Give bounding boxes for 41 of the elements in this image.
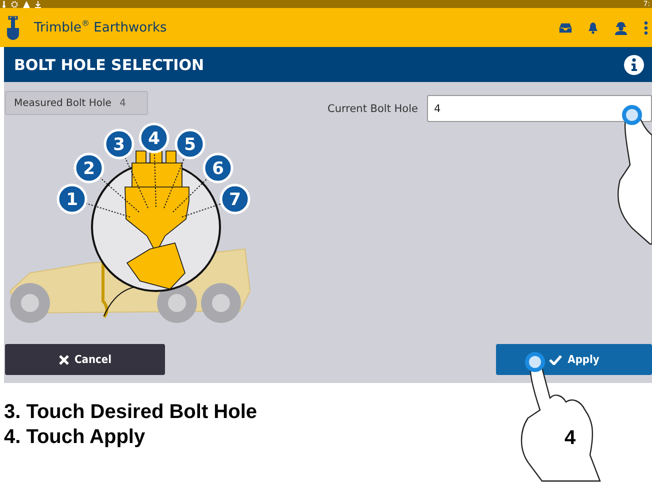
more-options-icon[interactable]: [644, 20, 648, 34]
bolt-hole-number: 5: [184, 135, 196, 155]
measured-bolt-hole-label: Measured Bolt Hole: [14, 98, 112, 108]
step-number: 4: [564, 427, 576, 449]
current-bolt-hole-field[interactable]: 4: [427, 95, 652, 122]
wheel: [10, 283, 50, 323]
close-icon: [58, 354, 69, 364]
leader-line: [154, 152, 156, 208]
download-icon: [35, 0, 41, 8]
bolt-hole-marker[interactable]: [56, 184, 88, 214]
bolt-hole-number: 6: [212, 159, 224, 179]
bolt-hole-marker[interactable]: [202, 152, 234, 184]
bolt-hole-number: 2: [83, 159, 95, 179]
touch-hand-icon: [617, 105, 652, 245]
instruction-step: 3. Touch Desired Bolt Hole: [4, 400, 257, 425]
bolt-hole-number: 7: [229, 190, 241, 210]
shank-arm: [126, 242, 186, 290]
apply-button[interactable]: Apply: [496, 344, 652, 375]
bolt-hole-number: 1: [66, 190, 78, 210]
info-icon[interactable]: [624, 54, 644, 74]
bolt-hole-marker[interactable]: [220, 184, 250, 214]
measured-bolt-hole-value: 4: [119, 98, 126, 108]
wheel: [201, 283, 241, 323]
thermometer-icon: [2, 0, 6, 8]
bolt-hole-number: 4: [148, 129, 160, 149]
touch-hand-icon: [520, 352, 601, 482]
instruction-step: 4. Touch Apply: [4, 425, 146, 450]
current-bolt-hole-label: Current Bolt Hole: [328, 102, 418, 114]
bolt-hole-marker[interactable]: [138, 122, 170, 154]
bolt-hole-marker[interactable]: [104, 128, 134, 160]
bolt-hole-marker[interactable]: [74, 152, 104, 184]
inbox-icon[interactable]: [559, 22, 572, 32]
checkmark-icon: [548, 354, 562, 364]
bell-icon[interactable]: [588, 22, 598, 34]
worker-icon[interactable]: [614, 20, 628, 34]
bolt-hole-marker[interactable]: [174, 128, 206, 160]
cancel-button[interactable]: Cancel: [5, 344, 165, 375]
shovel-logo: [6, 16, 20, 40]
page-title: BOLT HOLE SELECTION: [14, 56, 204, 74]
bolt-hole-number: 3: [113, 135, 125, 155]
app-title: Trimble$^{®}$ Earthworks: [34, 19, 167, 36]
